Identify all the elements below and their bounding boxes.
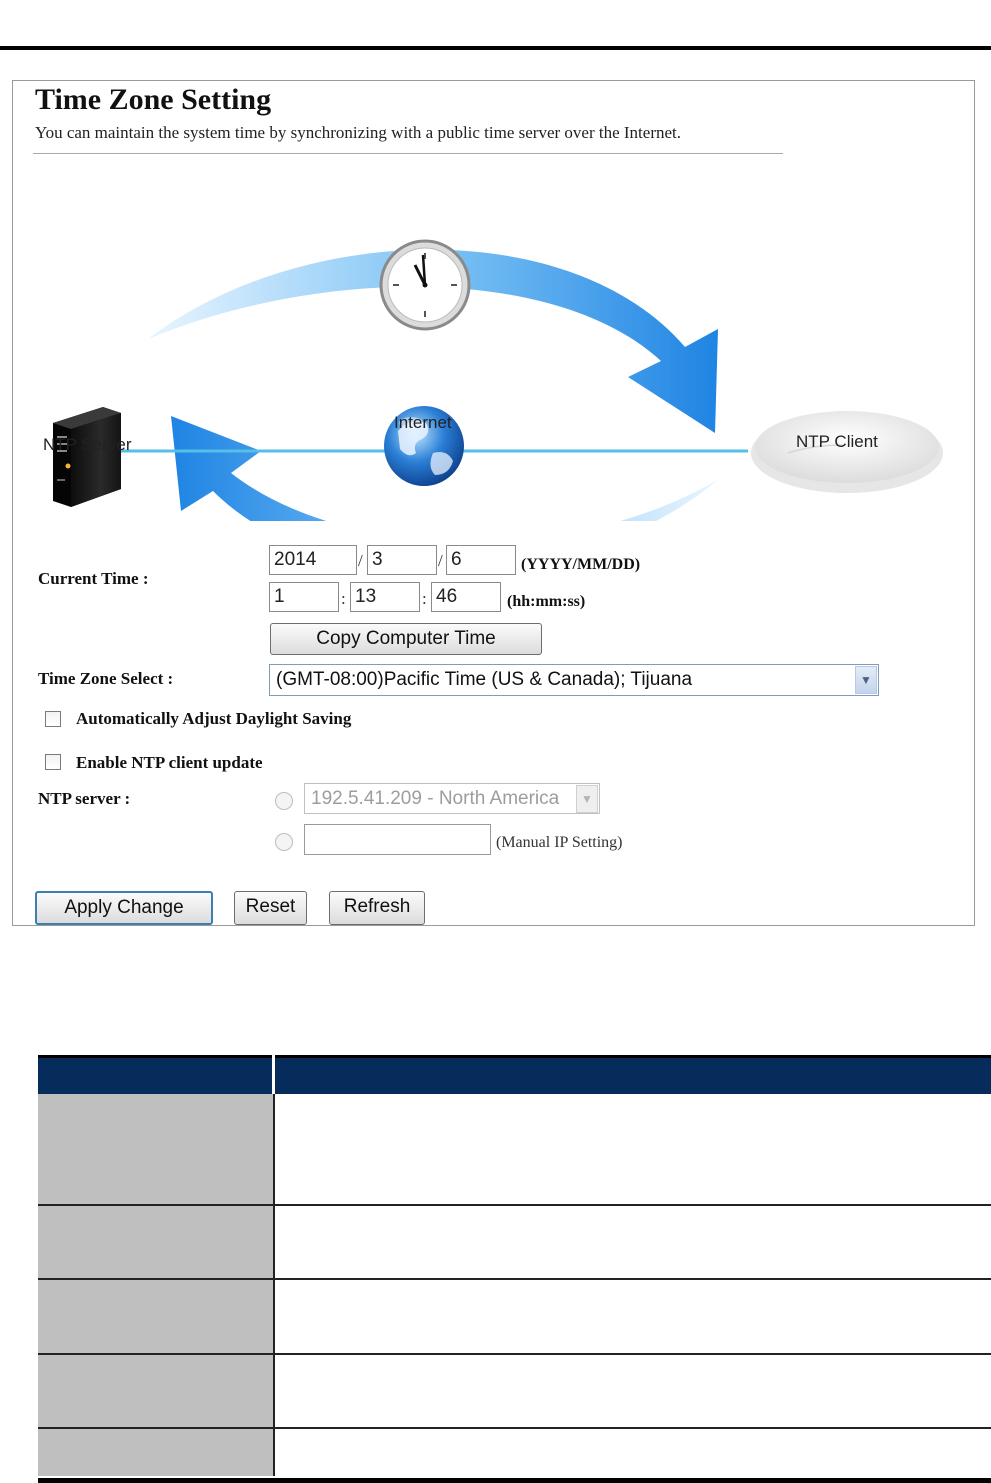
time-separator: : [422,589,427,608]
chevron-down-icon[interactable]: ▼ [576,785,598,813]
month-input[interactable]: 3 [367,545,437,575]
title-divider [33,153,783,154]
timezone-select[interactable]: (GMT-08:00)Pacific Time (US & Canada); T… [269,664,879,696]
refresh-button[interactable]: Refresh [329,891,425,925]
enable-ntp-checkbox[interactable] [45,754,61,770]
ntp-server-label: NTP Server [43,435,132,454]
table-cell-label [38,1205,275,1280]
time-separator: : [341,589,346,608]
apply-change-button[interactable]: Apply Change [35,891,213,925]
manual-ip-input[interactable] [304,824,491,855]
table-header-cell [273,1055,991,1094]
page-top-rule [0,46,991,50]
ntp-server-select[interactable]: 192.5.41.209 - North America ▼ [304,783,600,814]
enable-ntp-label: Enable NTP client update [76,753,263,772]
page-title: Time Zone Setting [35,83,272,116]
day-input[interactable]: 6 [446,545,516,575]
table-cell-description [273,1279,991,1355]
minute-input[interactable]: 13 [350,582,420,612]
hour-input[interactable]: 1 [269,582,339,612]
settings-description-table [38,1055,991,1476]
timezone-select-value: (GMT-08:00)Pacific Time (US & Canada); T… [276,669,693,690]
clock-icon [379,239,471,331]
table-cell-label [38,1354,275,1429]
ntp-server-preset-radio[interactable] [275,792,293,810]
ntp-diagram-graphic [53,239,943,573]
table-row [38,1279,991,1355]
access-point-icon [751,411,943,493]
table-row [38,1428,991,1476]
page-subtitle: You can maintain the system time by sync… [35,123,682,142]
current-time-label: Current Time : [38,569,149,588]
timezone-label: Time Zone Select : [38,669,174,688]
table-row [38,1354,991,1429]
ntp-client-label: NTP Client [796,432,878,451]
reset-button[interactable]: Reset [234,891,307,925]
second-input[interactable]: 46 [431,582,501,612]
table-cell-description [273,1094,991,1206]
ntp-server-field-label: NTP server : [38,789,131,808]
table-bottom-rule [38,1478,991,1483]
table-cell-description [273,1428,991,1476]
date-separator: / [438,551,443,570]
year-input[interactable]: 2014 [269,545,357,575]
table-cell-description [273,1205,991,1280]
ntp-server-manual-radio[interactable] [275,833,293,851]
copy-computer-time-button[interactable]: Copy Computer Time [270,623,542,655]
ntp-server-select-value: 192.5.41.209 - North America [311,788,560,809]
chevron-down-icon[interactable]: ▼ [855,666,877,694]
daylight-saving-checkbox[interactable] [45,711,61,727]
table-row [38,1205,991,1280]
server-tower-icon [53,407,121,507]
table-header-cell [38,1055,275,1094]
table-cell-label [38,1279,275,1355]
table-header-row [38,1055,991,1094]
date-separator: / [358,551,363,570]
date-format-hint: (YYYY/MM/DD) [521,556,641,573]
table-cell-label [38,1094,275,1206]
manual-ip-hint: (Manual IP Setting) [496,834,623,851]
time-zone-panel: Time Zone Setting You can maintain the s… [12,80,975,926]
table-row [38,1094,991,1206]
internet-label: Internet [394,413,452,432]
time-format-hint: (hh:mm:ss) [507,593,586,610]
ntp-diagram: NTP Server Internet NTP Client [13,161,974,573]
table-cell-description [273,1354,991,1429]
table-cell-label [38,1428,275,1476]
daylight-saving-label: Automatically Adjust Daylight Saving [76,709,352,728]
